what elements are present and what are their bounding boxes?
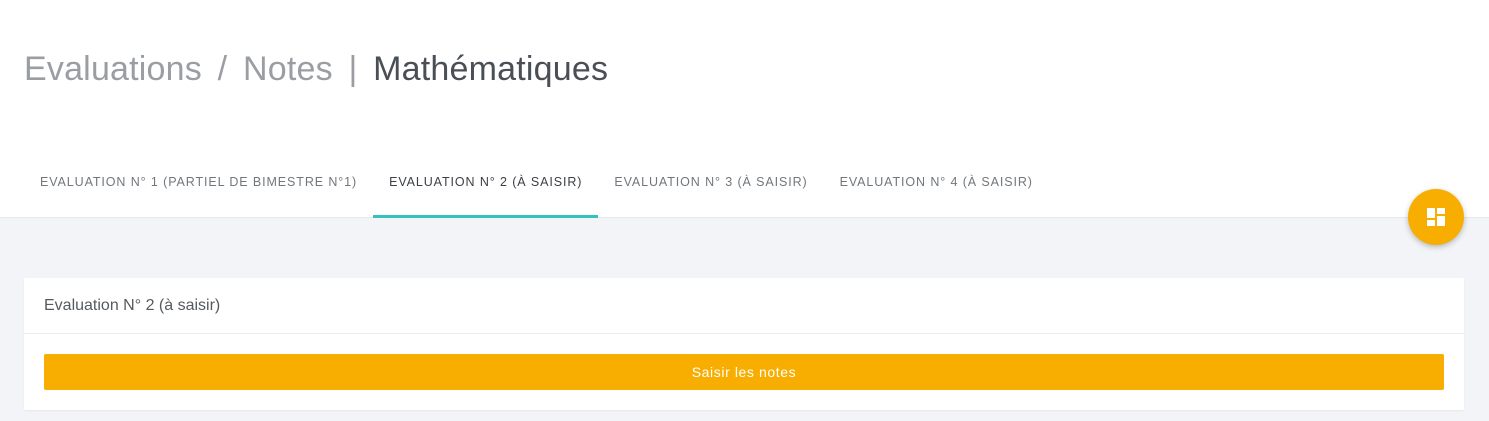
dashboard-fab-button[interactable] [1408, 189, 1464, 245]
card-body: Saisir les notes [24, 334, 1464, 410]
breadcrumb-evaluations[interactable]: Evaluations [24, 50, 202, 88]
tab-evaluation-3[interactable]: EVALUATION N° 3 (À SAISIR) [598, 146, 823, 218]
subject-title: Mathématiques [373, 50, 609, 88]
tab-evaluation-4[interactable]: EVALUATION N° 4 (À SAISIR) [824, 146, 1049, 218]
breadcrumb-separator: / [217, 50, 228, 88]
enter-grades-button[interactable]: Saisir les notes [44, 354, 1444, 390]
tab-evaluation-2[interactable]: EVALUATION N° 2 (À SAISIR) [373, 146, 599, 218]
title-separator: | [348, 50, 358, 88]
evaluation-tabs: EVALUATION N° 1 (PARTIEL DE BIMESTRE N°1… [24, 146, 1049, 218]
page-header: Evaluations / Notes | Mathématiques EVAL… [0, 0, 1489, 218]
main-content: Evaluation N° 2 (à saisir) Saisir les no… [0, 218, 1489, 421]
dashboard-icon [1427, 208, 1445, 226]
breadcrumb-notes[interactable]: Notes [243, 50, 333, 88]
card-title: Evaluation N° 2 (à saisir) [24, 278, 1464, 334]
evaluation-card: Evaluation N° 2 (à saisir) Saisir les no… [24, 278, 1464, 410]
page-title: Evaluations / Notes | Mathématiques [24, 50, 608, 89]
tab-evaluation-1[interactable]: EVALUATION N° 1 (PARTIEL DE BIMESTRE N°1… [24, 146, 373, 218]
